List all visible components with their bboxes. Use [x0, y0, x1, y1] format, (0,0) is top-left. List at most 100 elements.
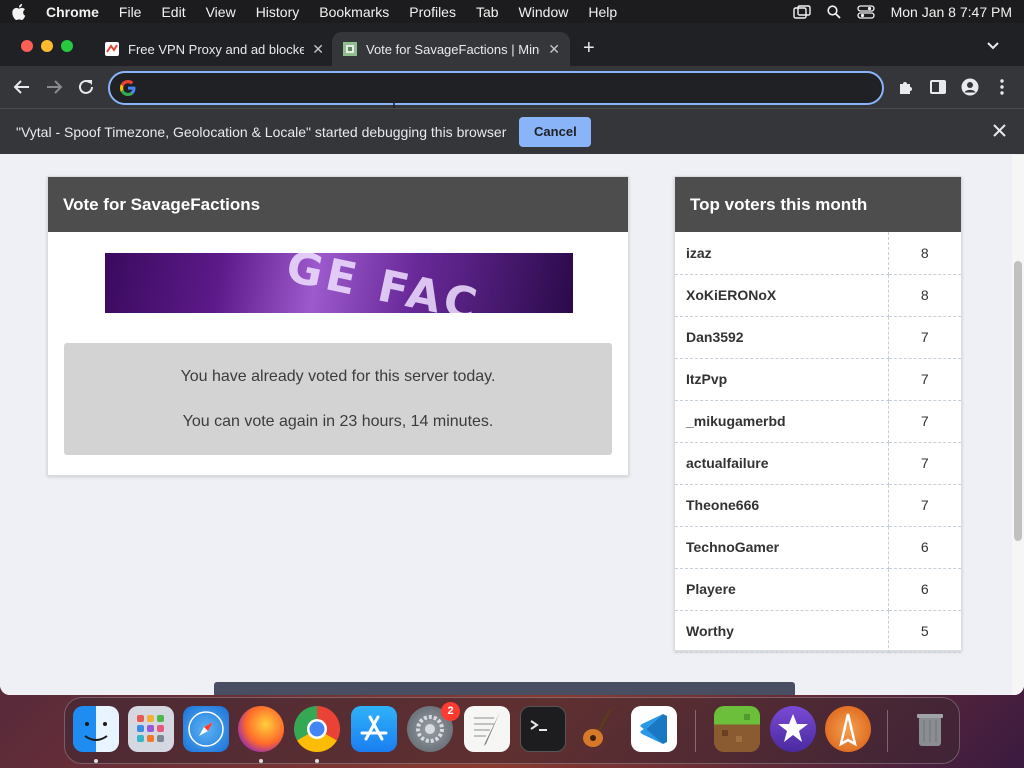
tab-title: Vote for SavageFactions | Minecraft [366, 41, 540, 57]
voter-vote-count: 8 [888, 274, 961, 317]
voter-row: XoKiERONoX 8 [675, 274, 961, 317]
notification-badge: 2 [441, 702, 460, 721]
voter-vote-count: 7 [888, 442, 961, 485]
next-section-header [214, 682, 795, 695]
voter-vote-count: 6 [888, 568, 961, 611]
tab-vote-savagefactions[interactable]: Vote for SavageFactions | Minecraft ✕ [332, 32, 570, 66]
screen-mirroring-icon[interactable] [792, 4, 811, 19]
voter-name: Dan3592 [675, 316, 889, 359]
chrome-icon[interactable] [294, 706, 340, 752]
macos-menu-bar: Chrome File Edit View History Bookmarks … [0, 0, 1024, 23]
voter-row: TechnoGamer 6 [675, 526, 961, 569]
menu-app-name[interactable]: Chrome [46, 4, 99, 20]
menu-edit[interactable]: Edit [161, 4, 185, 20]
reload-icon[interactable] [77, 78, 95, 96]
menu-window[interactable]: Window [519, 4, 569, 20]
already-voted-notice: You have already voted for this server t… [64, 343, 612, 455]
control-center-icon[interactable] [856, 4, 875, 19]
voter-row: Worthy 5 [675, 610, 961, 653]
top-voters-table: izaz 8 XoKiERONoX 8 Dan3592 7 ItzPvp 7 _mikugame… [675, 232, 961, 653]
menu-clock[interactable]: Mon Jan 8 7:47 PM [891, 4, 1012, 20]
vpn-app-icon[interactable] [825, 706, 871, 752]
new-tab-button[interactable]: + [583, 38, 595, 58]
voter-row: ItzPvp 7 [675, 358, 961, 401]
top-voters-panel: Top voters this month izaz 8 XoKiERONoX 8 Da… [674, 176, 962, 653]
tab-close-icon[interactable]: ✕ [548, 41, 560, 58]
voter-row: Dan3592 7 [675, 316, 961, 359]
voter-name: Theone666 [675, 484, 889, 527]
profile-avatar-icon[interactable] [961, 78, 979, 96]
side-panel-icon[interactable] [929, 78, 947, 96]
voter-name: Playere [675, 568, 889, 611]
voter-vote-count: 5 [888, 610, 961, 653]
macos-dock: 2 [64, 697, 960, 764]
running-indicator [259, 759, 263, 763]
browser-window: Free VPN Proxy and ad blocker ✕ Vote for… [0, 23, 1024, 695]
voter-name: ItzPvp [675, 358, 889, 401]
voter-row: _mikugamerbd 7 [675, 400, 961, 443]
voter-row: izaz 8 [675, 232, 961, 275]
minimize-window-button[interactable] [41, 40, 53, 52]
menu-bookmarks[interactable]: Bookmarks [319, 4, 389, 20]
voter-row: Playere 6 [675, 568, 961, 611]
fullscreen-window-button[interactable] [61, 40, 73, 52]
minecraft-icon[interactable] [714, 706, 760, 752]
menu-tab[interactable]: Tab [476, 4, 499, 20]
trash-icon[interactable] [907, 706, 953, 752]
voter-vote-count: 7 [888, 316, 961, 359]
debugging-infobar: "Vytal - Spoof Timezone, Geolocation & L… [0, 108, 1024, 154]
browser-toolbar [0, 66, 1024, 108]
chrome-menu-kebab-icon[interactable] [995, 78, 1009, 96]
safari-icon[interactable] [183, 706, 229, 752]
apple-icon[interactable] [12, 3, 28, 21]
tab-search-chevron-icon[interactable] [986, 41, 1000, 51]
forward-arrow-icon[interactable] [45, 78, 63, 96]
menu-profiles[interactable]: Profiles [409, 4, 456, 20]
textedit-icon[interactable] [464, 706, 510, 752]
voter-row: actualfailure 7 [675, 442, 961, 485]
menu-history[interactable]: History [256, 4, 300, 20]
vpn-favicon-icon [105, 42, 119, 56]
menu-file[interactable]: File [119, 4, 142, 20]
close-infobar-icon[interactable] [993, 124, 1006, 137]
tab-vpn-proxy[interactable]: Free VPN Proxy and ad blocker ✕ [94, 32, 334, 66]
address-bar[interactable] [108, 71, 884, 105]
terminal-icon[interactable] [520, 706, 566, 752]
banner-text: GE FAC [281, 253, 485, 313]
server-banner-image[interactable]: GE FAC [105, 253, 573, 313]
voter-vote-count: 6 [888, 526, 961, 569]
launchpad-icon[interactable] [128, 706, 174, 752]
url-input[interactable] [144, 80, 844, 96]
spotlight-search-icon[interactable] [826, 4, 841, 19]
dock-separator [695, 710, 696, 752]
app-store-icon[interactable] [351, 706, 397, 752]
firefox-icon[interactable] [238, 706, 284, 752]
vote-again-text: You can vote again in 23 hours, 14 minut… [182, 413, 494, 430]
top-voters-title: Top voters this month [675, 177, 961, 232]
vscode-icon[interactable] [631, 706, 677, 752]
vote-panel: Vote for SavageFactions GE FAC You have … [47, 176, 629, 476]
menu-view[interactable]: View [206, 4, 236, 20]
extensions-puzzle-icon[interactable] [897, 78, 915, 96]
finder-icon[interactable] [73, 706, 119, 752]
menu-help[interactable]: Help [588, 4, 617, 20]
voter-row: Theone666 7 [675, 484, 961, 527]
vote-panel-title: Vote for SavageFactions [48, 177, 628, 232]
cancel-debugging-button[interactable]: Cancel [519, 116, 592, 147]
imovie-icon[interactable] [770, 706, 816, 752]
tab-strip: Free VPN Proxy and ad blocker ✕ Vote for… [0, 23, 1024, 66]
already-voted-text: You have already voted for this server t… [180, 368, 496, 385]
voter-name: TechnoGamer [675, 526, 889, 569]
voter-name: Worthy [675, 610, 889, 653]
voter-name: XoKiERONoX [675, 274, 889, 317]
scrollbar-thumb[interactable] [1014, 261, 1022, 541]
tab-close-icon[interactable]: ✕ [312, 41, 324, 58]
close-window-button[interactable] [21, 40, 33, 52]
garageband-icon[interactable] [576, 706, 622, 752]
minecraft-servers-favicon-icon [343, 42, 357, 56]
dock-separator [887, 710, 888, 752]
voter-vote-count: 7 [888, 484, 961, 527]
running-indicator [94, 759, 98, 763]
voter-name: izaz [675, 232, 889, 275]
back-arrow-icon[interactable] [13, 78, 31, 96]
